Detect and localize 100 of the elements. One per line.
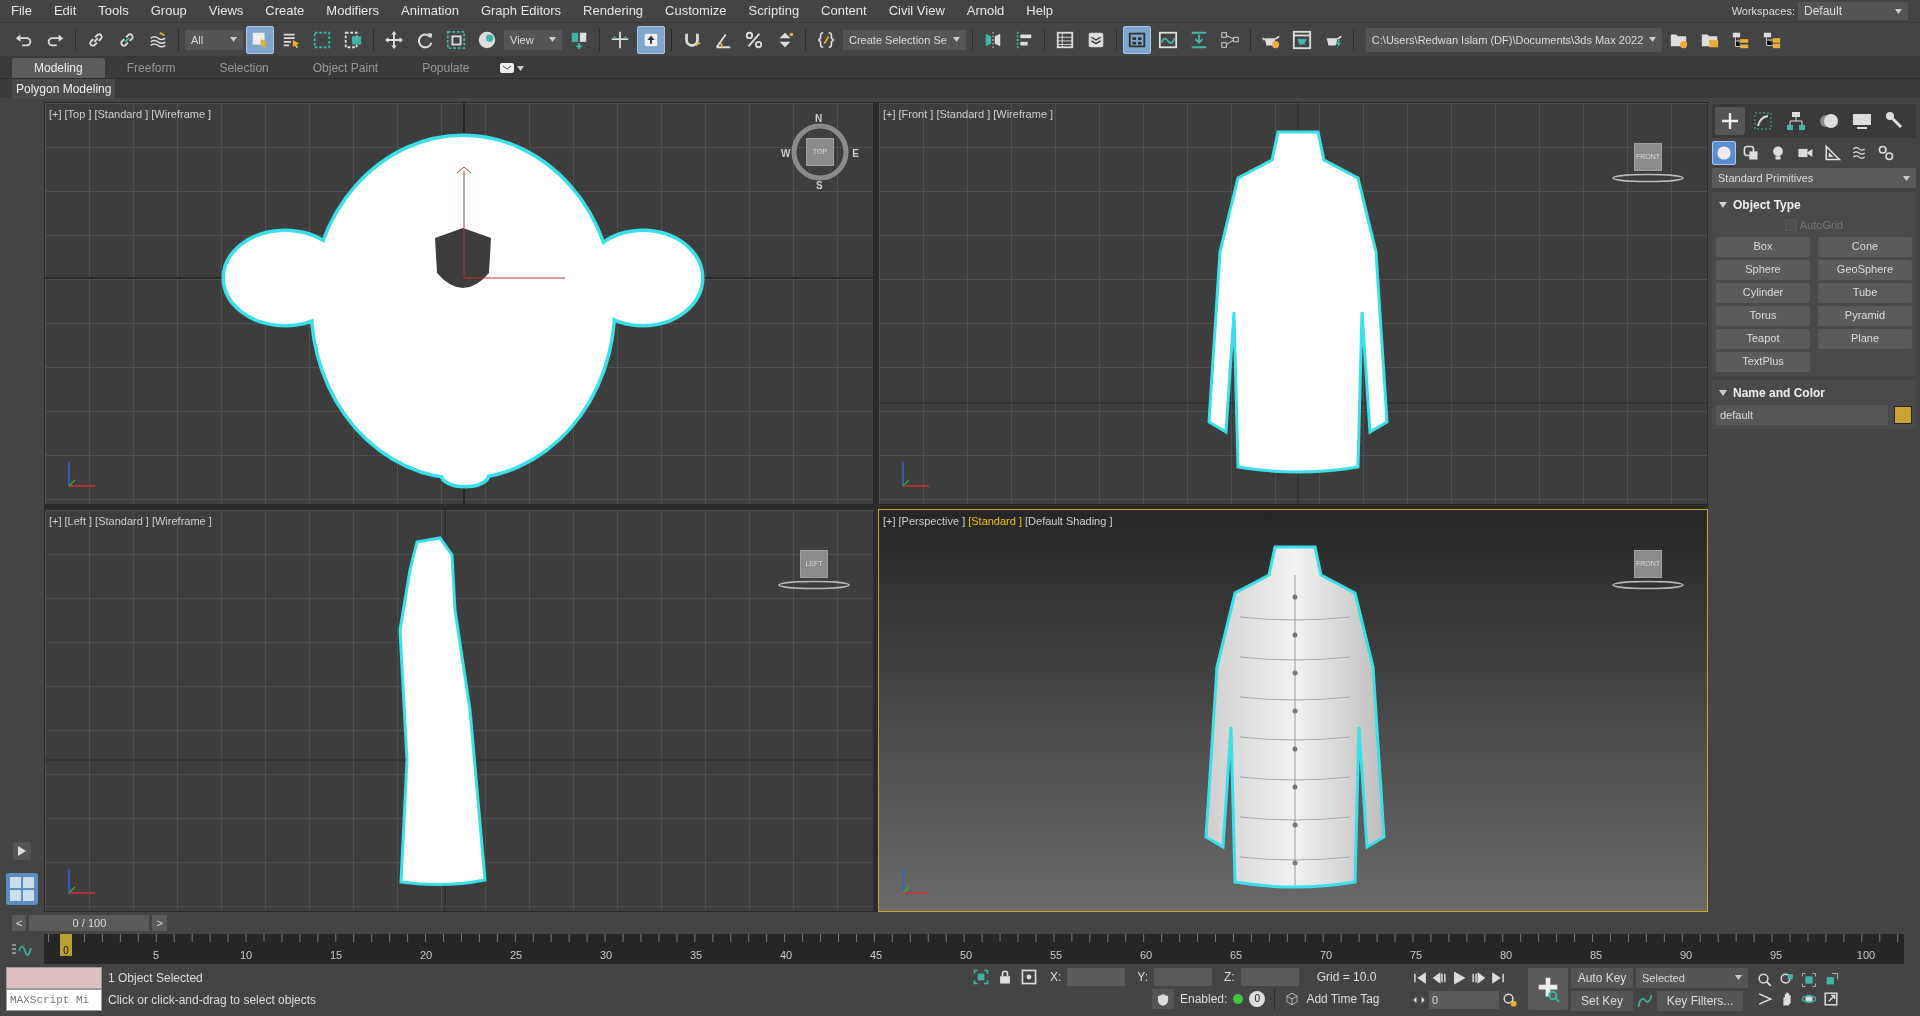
viewport-label[interactable]: [Standard ] (94, 106, 149, 123)
menu-item[interactable]: Content (810, 0, 878, 22)
maximize-icon[interactable] (1823, 990, 1839, 1007)
ribbon-tab[interactable]: Object Paint (290, 58, 401, 78)
isolate-icon[interactable] (972, 968, 990, 986)
primitive-button[interactable]: Sphere (1716, 259, 1810, 280)
viewport-label[interactable]: [Left ] (64, 513, 93, 530)
time-tag-count[interactable]: 0 (1249, 991, 1266, 1007)
collapse-caret-icon[interactable] (1719, 202, 1727, 208)
project-path-dropdown[interactable]: C:\Users\Redwan Islam (DF)\Documents\3ds Max 2022 (1365, 27, 1663, 52)
primitive-button[interactable]: Plane (1818, 328, 1912, 349)
menu-item[interactable]: Tools (87, 0, 140, 22)
primitive-button[interactable]: Torus (1716, 305, 1810, 326)
menu-item[interactable]: File (0, 0, 43, 22)
next-frame-icon[interactable] (1471, 970, 1487, 986)
compass-letter[interactable]: N (815, 111, 823, 126)
viewport-label[interactable]: [Default Shading ] (1025, 513, 1113, 530)
go-to-end-icon[interactable] (1490, 970, 1506, 986)
primitive-button[interactable]: Pyramid (1818, 305, 1912, 326)
maxscript-input-field[interactable]: MAXScript Mi (6, 989, 102, 1011)
go-to-start-icon[interactable] (1412, 970, 1428, 986)
viewport-label[interactable]: [Wireframe ] (993, 106, 1054, 123)
compass-letter[interactable]: E (852, 146, 859, 161)
viewport-label[interactable]: [+] (49, 513, 62, 530)
set-keys-button[interactable] (1528, 968, 1568, 1010)
object-name-field[interactable]: default (1716, 404, 1888, 425)
time-configuration-icon[interactable] (1502, 992, 1518, 1008)
viewport-label[interactable]: [Wireframe ] (151, 106, 212, 123)
menu-item[interactable]: Graph Editors (469, 0, 573, 22)
add-time-tag-link[interactable]: Add Time Tag (1306, 990, 1380, 1008)
rollout-title[interactable]: Name and Color (1733, 383, 1825, 402)
menu-item[interactable]: Modifiers (315, 0, 391, 22)
menu-item[interactable]: Civil View (877, 0, 956, 22)
previous-frame-icon[interactable] (1431, 970, 1447, 986)
menu-item[interactable]: Rendering (572, 0, 655, 22)
ribbon-panel-tab[interactable]: Polygon Modeling (12, 78, 116, 99)
primitive-button[interactable]: TextPlus (1716, 351, 1810, 372)
time-slider-thumb[interactable]: 0 / 100 (29, 915, 150, 931)
key-filters-button[interactable]: Key Filters... (1657, 990, 1743, 1011)
menu-item[interactable]: Customize (654, 0, 738, 22)
menu-item[interactable]: Edit (42, 0, 88, 22)
frame-number: 50 (959, 948, 973, 963)
menu-item[interactable]: Group (139, 0, 198, 22)
toolbar-dropdown[interactable]: View (504, 29, 562, 50)
viewport-label[interactable]: [+] (883, 513, 896, 530)
menu-item[interactable]: Views (197, 0, 255, 22)
next-frame-button[interactable]: > (152, 915, 167, 931)
toolbar-dropdown[interactable]: All (185, 29, 243, 50)
ribbon-tab[interactable]: Populate (400, 58, 492, 78)
ribbon-tab[interactable]: Selection (197, 58, 291, 78)
viewport-label[interactable]: [Standard ] (968, 513, 1022, 530)
current-frame-field[interactable]: 0 (1429, 991, 1499, 1009)
ribbon-button[interactable] (1122, 25, 1151, 54)
menu-item[interactable]: Help (1015, 0, 1065, 22)
time-ruler[interactable]: 0 5 10 15 20 25 30 35 40 45 50 55 60 65 70 75 80 85 90 95 100 (44, 934, 1904, 964)
set-key-button[interactable]: Set Key (1571, 990, 1633, 1011)
menu-item[interactable]: Create (254, 0, 316, 22)
menu-item[interactable]: Animation (390, 0, 470, 22)
curve-editor-icon[interactable] (11, 941, 33, 957)
field-of-view-icon[interactable] (1757, 990, 1773, 1007)
ribbon-tab[interactable]: Modeling (12, 58, 105, 78)
current-frame-marker[interactable]: 0 (60, 934, 72, 956)
play-button[interactable] (13, 842, 31, 860)
key-set-dropdown[interactable]: Selected (1636, 967, 1748, 988)
menu-item[interactable]: Scripting (737, 0, 811, 22)
viewport-label[interactable]: [+] (49, 106, 62, 123)
compass-letter[interactable]: S (816, 178, 823, 193)
primitive-button[interactable]: Box (1716, 236, 1810, 257)
primitive-button[interactable]: GeoSphere (1818, 259, 1912, 280)
zoom-extents-icon[interactable] (1801, 971, 1817, 988)
primitive-button[interactable]: Cone (1818, 236, 1912, 257)
category-dropdown[interactable]: Standard Primitives (1712, 168, 1916, 188)
viewport-label[interactable]: [Standard ] (95, 513, 149, 530)
menu-item[interactable]: Arnold (955, 0, 1016, 22)
compass-letter[interactable]: W (781, 146, 791, 161)
viewport-layout-icon[interactable] (5, 872, 39, 906)
toolbar-dropdown[interactable]: Create Selection Se (843, 29, 966, 50)
cursor-button[interactable] (246, 25, 274, 54)
cube-icon[interactable] (1284, 991, 1301, 1007)
viewport-label[interactable]: [Standard ] (936, 106, 991, 123)
previous-frame-button[interactable]: < (12, 915, 27, 931)
rollout-title[interactable]: Object Type (1733, 196, 1801, 214)
ribbon-tab[interactable]: Freeform (104, 58, 198, 78)
arrow-up-button[interactable] (637, 25, 665, 54)
viewport-label[interactable]: [Front ] (898, 106, 934, 123)
viewport-label[interactable]: [Perspective ] (898, 513, 966, 530)
zoom-icon[interactable] (1757, 971, 1773, 988)
primitive-button[interactable]: Teapot (1716, 328, 1810, 349)
primitive-button[interactable]: Cylinder (1716, 282, 1810, 303)
absolute-mode-icon[interactable] (1020, 968, 1038, 986)
viewport-label[interactable]: [+] (883, 106, 896, 123)
viewport-label[interactable]: [Wireframe ] (151, 513, 212, 530)
viewport-label[interactable]: [Top ] (64, 106, 92, 123)
plus-tab[interactable] (1715, 107, 1745, 135)
primitive-button[interactable]: Tube (1818, 282, 1912, 303)
auto-key-button[interactable]: Auto Key (1571, 967, 1633, 988)
shield-button[interactable] (1152, 989, 1174, 1009)
collapse-caret-icon[interactable] (1719, 389, 1727, 396)
object-color-swatch[interactable] (1894, 405, 1912, 424)
workspaces-dropdown[interactable]: Default (1798, 2, 1908, 20)
